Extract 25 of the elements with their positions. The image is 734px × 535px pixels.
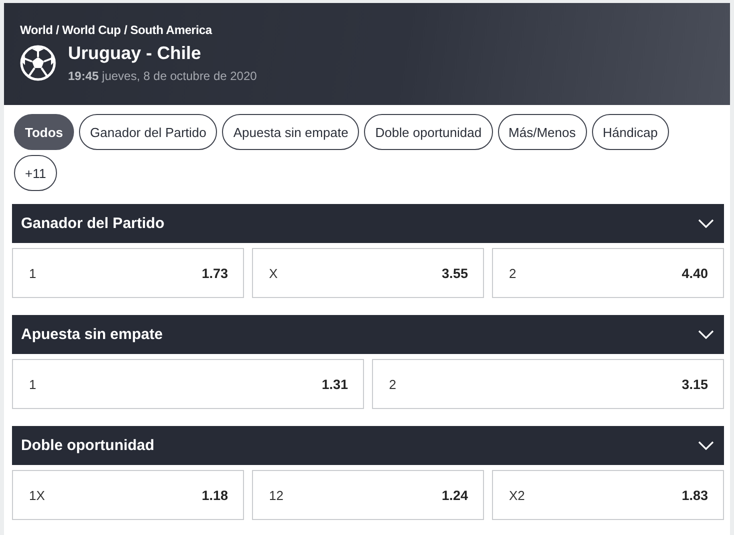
- filter-chip[interactable]: Hándicap: [592, 114, 669, 150]
- chevron-icon: [698, 441, 714, 450]
- odds-button[interactable]: X 3.55: [252, 248, 484, 298]
- odds-button[interactable]: 2 4.40: [492, 248, 724, 298]
- odds-button[interactable]: 1 1.73: [12, 248, 244, 298]
- market-header[interactable]: Ganador del Partido: [12, 204, 724, 243]
- filter-chip[interactable]: Todos: [14, 114, 74, 150]
- filter-chip[interactable]: Apuesta sin empate: [222, 114, 360, 150]
- odds-button[interactable]: 1 1.31: [12, 359, 364, 409]
- market-header[interactable]: Doble oportunidad: [12, 426, 724, 465]
- match-date: 19:45 jueves, 8 de octubre de 2020: [68, 69, 257, 83]
- filter-chip[interactable]: Ganador del Partido: [79, 114, 218, 150]
- market-header[interactable]: Apuesta sin empate: [12, 315, 724, 354]
- chevron-icon: [698, 330, 714, 339]
- filter-chip[interactable]: Más/Menos: [498, 114, 587, 150]
- odds-button[interactable]: 12 1.24: [252, 470, 484, 520]
- filter-chip[interactable]: +11: [14, 155, 58, 191]
- match-title: Uruguay - Chile: [68, 43, 202, 64]
- odds-button[interactable]: 1X 1.18: [12, 470, 244, 520]
- odds-button[interactable]: 2 3.15: [372, 359, 724, 409]
- odds-button[interactable]: X2 1.83: [492, 470, 724, 520]
- filter-chip[interactable]: Doble oportunidad: [364, 114, 493, 150]
- breadcrumb: World / World Cup / South America: [20, 23, 214, 37]
- chevron-icon: [698, 219, 714, 228]
- soccer-ball-icon: [20, 45, 56, 81]
